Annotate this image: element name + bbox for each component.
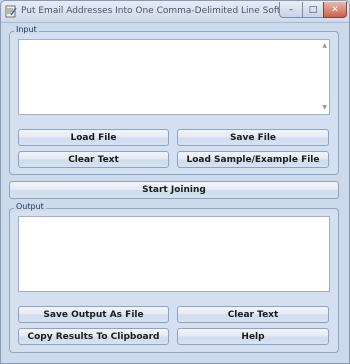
scroll-up-icon[interactable]: ▲: [322, 43, 327, 49]
copy-results-button[interactable]: Copy Results To Clipboard: [18, 328, 169, 345]
app-icon: [5, 5, 17, 18]
maximize-icon: □: [308, 4, 318, 15]
help-button[interactable]: Help: [177, 328, 329, 345]
input-scrollbar[interactable]: ▲ ▼: [319, 40, 329, 114]
scroll-down-icon[interactable]: ▼: [322, 105, 327, 111]
input-group: Input ▲ ▼ Load File Save File Clear Text…: [9, 25, 339, 175]
save-output-button[interactable]: Save Output As File: [18, 306, 169, 323]
minimize-icon: –: [288, 4, 294, 15]
close-button[interactable]: ✕: [323, 2, 347, 18]
output-group: Output Save Output As File Clear Text Co…: [9, 202, 339, 353]
minimize-button[interactable]: –: [279, 2, 303, 18]
load-sample-button[interactable]: Load Sample/Example File: [177, 151, 329, 168]
start-joining-button[interactable]: Start Joining: [9, 181, 339, 199]
output-group-label: Output: [14, 202, 46, 211]
save-file-button[interactable]: Save File: [177, 129, 329, 146]
close-icon: ✕: [331, 4, 339, 15]
load-file-button[interactable]: Load File: [18, 129, 169, 146]
clear-output-button[interactable]: Clear Text: [177, 306, 329, 323]
input-group-label: Input: [14, 25, 39, 34]
window-title: Put Email Addresses Into One Comma-Delim…: [21, 6, 303, 16]
title-bar[interactable]: Put Email Addresses Into One Comma-Delim…: [1, 1, 349, 23]
maximize-button[interactable]: □: [302, 2, 324, 18]
output-textarea[interactable]: [18, 216, 330, 292]
input-textarea[interactable]: ▲ ▼: [18, 39, 330, 115]
app-window: Put Email Addresses Into One Comma-Delim…: [0, 0, 350, 364]
clear-input-button[interactable]: Clear Text: [18, 151, 169, 168]
